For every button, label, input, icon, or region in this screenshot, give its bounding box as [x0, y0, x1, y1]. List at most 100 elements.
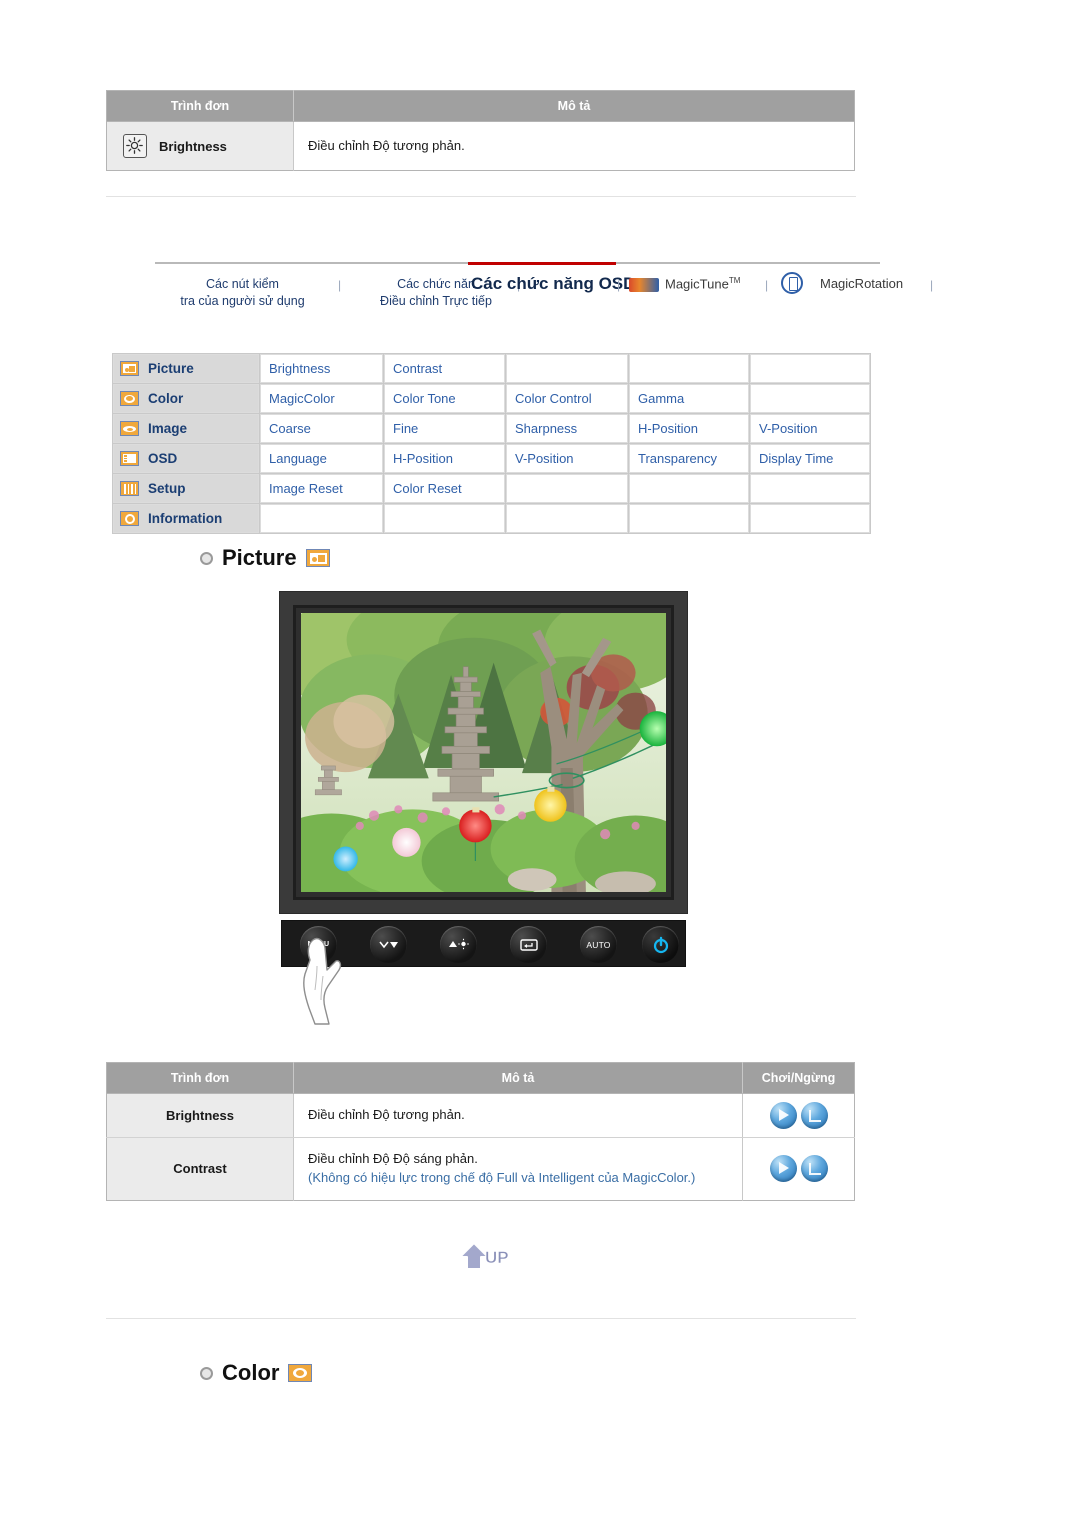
- osd-category-label: OSD: [148, 451, 178, 466]
- up-button[interactable]: UP: [457, 1240, 523, 1274]
- osd-icon: [120, 451, 139, 466]
- header-description: Mô tả: [293, 90, 855, 122]
- osd-category-color[interactable]: Color: [113, 384, 259, 413]
- garden-photo: [301, 613, 666, 892]
- play-button[interactable]: [769, 1155, 797, 1183]
- osd-item[interactable]: Contrast: [384, 354, 505, 383]
- osd-item[interactable]: MagicColor: [260, 384, 383, 413]
- image-icon: [120, 421, 139, 436]
- osd-category-picture[interactable]: Picture: [113, 354, 259, 383]
- osd-row-osd: OSD Language H-Position V-Position Trans…: [113, 444, 870, 473]
- play-button[interactable]: [769, 1102, 797, 1129]
- stop-button[interactable]: [800, 1102, 828, 1129]
- osd-item: [750, 504, 870, 533]
- osd-category-setup[interactable]: Setup: [113, 474, 259, 503]
- osd-item[interactable]: Language: [260, 444, 383, 473]
- trademark-mark: TM: [728, 276, 741, 285]
- osd-category-label: Setup: [148, 481, 186, 496]
- osd-item[interactable]: Image Reset: [260, 474, 383, 503]
- osd-item[interactable]: Transparency: [629, 444, 749, 473]
- table-row: Contrast Điều chỉnh Độ Độ sáng phản. (Kh…: [106, 1137, 855, 1201]
- nav-separator-3: |: [617, 278, 621, 292]
- up-button-label: UP: [485, 1248, 509, 1268]
- power-button[interactable]: [642, 926, 679, 963]
- osd-item: [506, 354, 628, 383]
- play-stop-cell: [742, 1137, 855, 1201]
- auto-button-label: AUTO: [586, 939, 611, 950]
- osd-item[interactable]: Coarse: [260, 414, 383, 443]
- table-header-row: Trình đơn Mô tả: [106, 90, 855, 122]
- osd-item[interactable]: Brightness: [260, 354, 383, 383]
- stop-button[interactable]: [800, 1155, 828, 1183]
- osd-item[interactable]: Sharpness: [506, 414, 628, 443]
- osd-item: [629, 474, 749, 503]
- osd-category-image[interactable]: Image: [113, 414, 259, 443]
- menu-button[interactable]: MENU: [300, 926, 337, 963]
- osd-row-picture: Picture Brightness Contrast: [113, 354, 870, 383]
- osd-category-information[interactable]: Information: [113, 504, 259, 533]
- osd-menu-map: Picture Brightness Contrast Color MagicC…: [112, 353, 871, 534]
- menu-cell-contrast: Contrast: [106, 1137, 294, 1201]
- osd-item[interactable]: Color Reset: [384, 474, 505, 503]
- nav-separator-1: |: [338, 278, 342, 292]
- nav-item-user-control-buttons[interactable]: Các nút kiểm tra của người sử dụng: [155, 276, 330, 310]
- enter-icon: [519, 938, 538, 951]
- nav-item-magictune[interactable]: MagicTuneTM: [665, 276, 740, 291]
- table-header-row: Trình đơn Mô tả Chơi/Ngừng: [106, 1062, 855, 1094]
- magicrotation-logo-icon: [781, 272, 803, 294]
- breadcrumb-nav: Các nút kiểm tra của người sử dụng | Các…: [155, 262, 933, 310]
- brightness-summary-table: Trình đơn Mô tả Brightness Điều chỉnh Độ…: [106, 90, 855, 171]
- information-icon: [120, 511, 139, 526]
- nav-item-osd-functions[interactable]: Các chức năng OSD: [471, 274, 635, 294]
- nav-separator-4: |: [765, 278, 769, 292]
- page-title: Color: [222, 1360, 280, 1385]
- monitor-screen: [301, 613, 666, 892]
- osd-item[interactable]: Color Control: [506, 384, 628, 413]
- header-menu: Trình đơn: [106, 90, 294, 122]
- color-icon: [120, 391, 139, 406]
- osd-item[interactable]: V-Position: [750, 414, 870, 443]
- osd-item: [629, 504, 749, 533]
- down-button[interactable]: [370, 926, 407, 963]
- monitor-button-bar: MENU AUTO: [281, 920, 686, 967]
- osd-category-label: Color: [148, 391, 184, 406]
- nav-item-magictune-label: MagicTune: [665, 276, 729, 292]
- osd-category-osd[interactable]: OSD: [113, 444, 259, 473]
- description-main: Điều chỉnh Độ tương phản.: [308, 1107, 465, 1123]
- table-row: Brightness Điều chỉnh Độ tương phản.: [106, 121, 855, 171]
- osd-item[interactable]: H-Position: [629, 414, 749, 443]
- osd-item: [750, 354, 870, 383]
- picture-icon: [305, 549, 330, 567]
- up-brightness-button[interactable]: [440, 926, 477, 963]
- table-row: Brightness Điều chỉnh Độ tương phản.: [106, 1093, 855, 1138]
- down-arrow-icon: [378, 941, 398, 948]
- osd-item: [750, 384, 870, 413]
- nav-item-magicrotation[interactable]: MagicRotation: [820, 276, 903, 291]
- play-stop-cell: [742, 1093, 855, 1138]
- osd-item: [384, 504, 505, 533]
- auto-button[interactable]: AUTO: [580, 926, 617, 963]
- nav-active-underline: [468, 262, 616, 265]
- description-note: (Không có hiệu lực trong chế độ Full và …: [308, 1169, 696, 1185]
- menu-cell-brightness: Brightness: [106, 1093, 294, 1138]
- picture-controls-table: Trình đơn Mô tả Chơi/Ngừng Brightness Đi…: [106, 1062, 855, 1201]
- osd-item[interactable]: Color Tone: [384, 384, 505, 413]
- menu-cell-brightness: Brightness: [106, 121, 294, 171]
- enter-button[interactable]: [510, 926, 547, 963]
- osd-item[interactable]: H-Position: [384, 444, 505, 473]
- section-heading-picture: Picture: [200, 545, 330, 571]
- divider-bottom: [106, 1318, 856, 1319]
- menu-label: Brightness: [159, 138, 227, 154]
- osd-item: [750, 474, 870, 503]
- osd-item[interactable]: Display Time: [750, 444, 870, 473]
- document-page: Trình đơn Mô tả Brightness Điều chỉnh Độ…: [0, 0, 1080, 1528]
- page-title: Picture: [222, 545, 297, 570]
- osd-row-information: Information: [113, 504, 870, 533]
- osd-item[interactable]: Gamma: [629, 384, 749, 413]
- color-icon: [288, 1364, 313, 1382]
- osd-item[interactable]: Fine: [384, 414, 505, 443]
- osd-category-label: Picture: [148, 361, 194, 376]
- osd-row-image: Image Coarse Fine Sharpness H-Position V…: [113, 414, 870, 443]
- divider-top: [106, 196, 856, 197]
- osd-item[interactable]: V-Position: [506, 444, 628, 473]
